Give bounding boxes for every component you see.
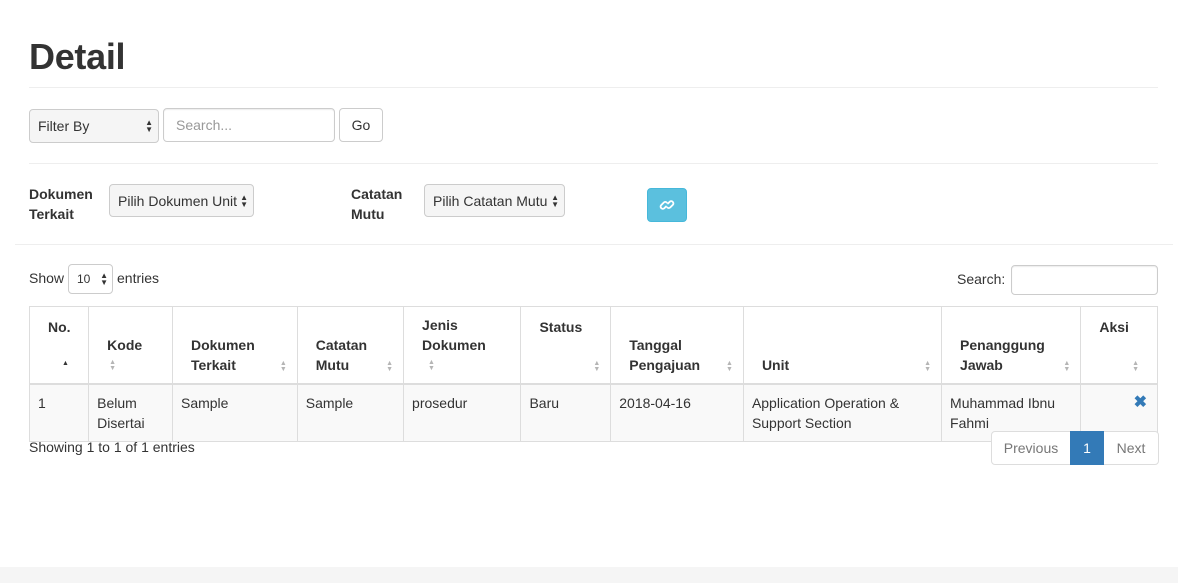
column-header-unit[interactable]: Unit ▲ ▼: [742, 306, 943, 385]
search-input[interactable]: Search...: [163, 108, 335, 142]
select-arrows-icon: ▲ ▼: [100, 271, 108, 287]
title-divider: [29, 87, 1158, 88]
sort-icon: ▲ ▼: [386, 360, 394, 373]
column-header-dokumen-terkait[interactable]: Dokumen Terkait ▲ ▼: [171, 306, 298, 385]
select-arrows-icon: ▲ ▼: [145, 118, 153, 134]
entries-length-select[interactable]: 10 ▲ ▼: [68, 264, 113, 294]
column-header-no[interactable]: No. ▲: [28, 306, 90, 385]
cell-dokumen-terkait: Sample: [171, 383, 298, 442]
cell-tanggal-pengajuan: 2018-04-16: [610, 383, 744, 442]
catatan-mutu-label: Catatan Mutu: [351, 186, 403, 222]
filter-by-value: Filter By: [38, 118, 90, 134]
cell-no: 1: [28, 383, 90, 442]
dokumen-unit-value: Pilih Dokumen Unit: [118, 192, 238, 209]
cell-kode: Belum Disertai: [88, 383, 173, 442]
footer-strip: [0, 567, 1178, 583]
entries-length-value: 10: [77, 272, 91, 286]
table-search-label: Search:: [957, 271, 1006, 287]
cell-catatan-mutu: Sample: [296, 383, 405, 442]
sort-icon: ▲ ▼: [1063, 360, 1071, 373]
sort-icon: ▲ ▼: [279, 360, 287, 373]
link-icon: [659, 200, 675, 210]
column-header-penanggung-jawab[interactable]: Penanggung Jawab ▲ ▼: [941, 306, 1082, 385]
column-header-catatan-mutu[interactable]: Catatan Mutu ▲ ▼: [296, 306, 405, 385]
sort-icon: ▲ ▼: [924, 360, 932, 373]
entries-label: entries: [117, 270, 160, 286]
page-title: Detail: [29, 36, 126, 77]
sort-icon: ▲ ▼: [109, 359, 117, 373]
show-label: Show: [29, 270, 65, 286]
table-header-row: No. ▲ Kode▲ ▼ Dokumen Terkait ▲ ▼ Catatan Mu…: [28, 306, 1158, 385]
pagination: Previous 1 Next: [991, 431, 1159, 465]
filter-by-select[interactable]: Filter By ▲ ▼: [29, 109, 159, 143]
delete-icon[interactable]: ✖: [1089, 393, 1149, 413]
table-search-input[interactable]: [1011, 265, 1158, 295]
dokumen-unit-select[interactable]: Pilih Dokumen Unit ▲ ▼: [109, 184, 254, 217]
dokumen-terkait-label: Dokumen Terkait: [29, 186, 93, 222]
filter-divider: [29, 163, 1158, 164]
go-button[interactable]: Go: [339, 108, 383, 142]
catatan-mutu-value: Pilih Catatan Mutu: [433, 192, 548, 209]
cell-jenis-dokumen: prosedur: [403, 383, 522, 442]
next-button[interactable]: Next: [1103, 431, 1159, 465]
select-arrows-icon: ▲ ▼: [240, 192, 248, 209]
sort-icon: ▲ ▼: [726, 360, 733, 373]
sort-icon: ▲ ▼: [593, 360, 601, 373]
column-header-aksi[interactable]: Aksi ▲ ▼: [1080, 306, 1158, 385]
column-header-jenis-dokumen[interactable]: Jenis Dokumen▲ ▼: [403, 306, 522, 385]
previous-button[interactable]: Previous: [991, 431, 1071, 465]
sort-asc-icon: ▲: [62, 360, 69, 367]
column-header-status[interactable]: Status ▲ ▼: [520, 306, 612, 385]
cell-status: Baru: [520, 383, 612, 442]
link-button[interactable]: [647, 188, 687, 222]
catatan-mutu-select[interactable]: Pilih Catatan Mutu ▲ ▼: [424, 184, 565, 217]
table-info: Showing 1 to 1 of 1 entries: [29, 439, 195, 455]
column-header-kode[interactable]: Kode▲ ▼: [88, 306, 173, 385]
sort-icon: ▲ ▼: [428, 359, 435, 373]
page-1-button[interactable]: 1: [1070, 431, 1104, 465]
data-table: No. ▲ Kode▲ ▼ Dokumen Terkait ▲ ▼ Catatan Mu…: [28, 306, 1158, 442]
table-row: 1 Belum Disertai Sample Sample prosedur B…: [28, 383, 1158, 442]
column-header-tanggal-pengajuan[interactable]: Tanggal Pengajuan ▲ ▼: [610, 306, 744, 385]
search-placeholder: Search...: [176, 117, 233, 133]
select-arrows-icon: ▲ ▼: [551, 192, 559, 209]
cell-unit: Application Operation & Support Section: [742, 383, 943, 442]
sort-icon: ▲ ▼: [1132, 360, 1139, 373]
form-divider: [15, 244, 1173, 245]
